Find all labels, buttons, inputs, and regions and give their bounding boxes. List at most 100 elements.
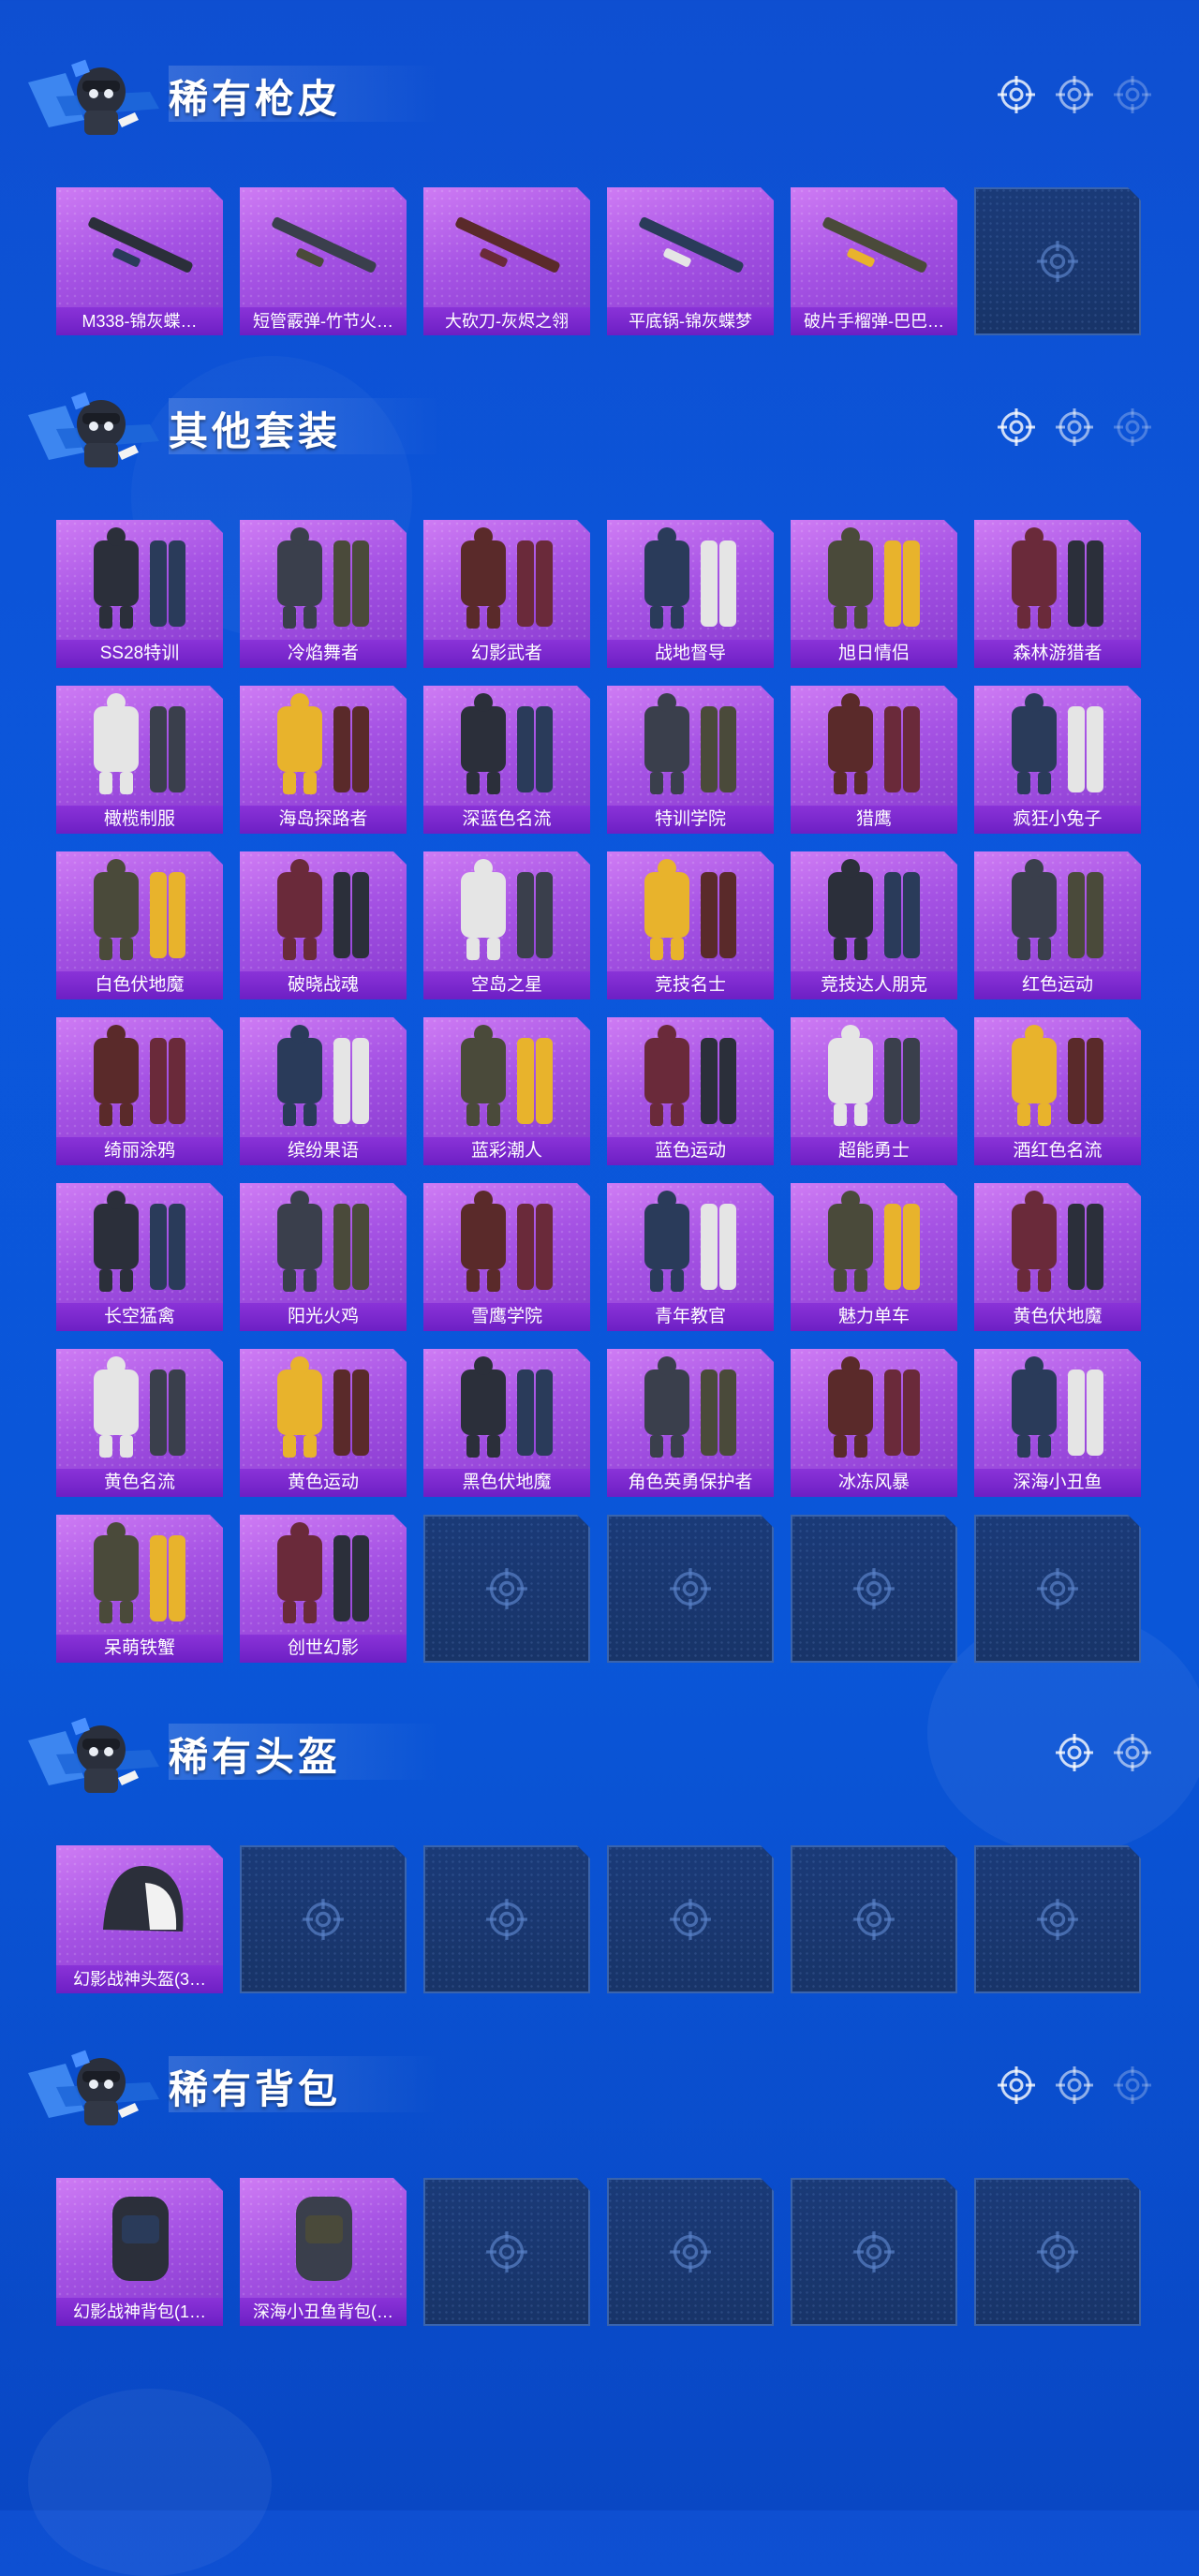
item-tile[interactable]: 缤纷果语 [240, 1017, 407, 1165]
item-tile[interactable]: 特训学院 [607, 686, 774, 834]
item-tile[interactable]: 超能勇士 [791, 1017, 957, 1165]
item-tile[interactable]: 竞技达人朋克 [791, 851, 957, 999]
item-label: 破片手榴弹-巴巴… [791, 307, 957, 335]
item-label: 猎鹰 [791, 806, 957, 834]
item-tile[interactable]: 猎鹰 [791, 686, 957, 834]
crosshair-icon [1036, 240, 1079, 283]
crosshair-icon [998, 2066, 1035, 2104]
crosshair-icon [1055, 2065, 1094, 2110]
crosshair-icon [852, 1567, 896, 1610]
item-label: 阳光火鸡 [240, 1303, 407, 1331]
item-tile[interactable]: 平底锅-锦灰蝶梦 [607, 187, 774, 335]
item-tile[interactable]: 深海小丑鱼 [974, 1349, 1141, 1497]
item-tile[interactable]: 空岛之星 [423, 851, 590, 999]
empty-slot [423, 1845, 590, 1993]
item-tile[interactable]: 森林游猎者 [974, 520, 1141, 668]
item-grid: SS28特训 冷焰舞者 幻影武者 战地督导 旭日情侣 森林游猎者 橄榄制服 海岛… [56, 520, 1141, 1663]
crosshair-icon [485, 1567, 528, 1610]
item-tile[interactable]: 呆萌铁蟹 [56, 1515, 223, 1663]
outfit-art-icon [607, 1183, 774, 1301]
crosshair-icon [669, 1567, 712, 1610]
item-tile[interactable]: 深海小丑鱼背包(… [240, 2178, 407, 2326]
item-tile[interactable]: 海岛探路者 [240, 686, 407, 834]
item-label: 冰冻风暴 [791, 1469, 957, 1497]
item-tile[interactable]: 创世幻影 [240, 1515, 407, 1663]
section-header: 稀有枪皮 [28, 47, 1152, 159]
outfit-art-icon [974, 520, 1141, 638]
outfit-art-icon [607, 1017, 774, 1135]
item-label: 空岛之星 [423, 971, 590, 999]
outfit-art-icon [56, 1515, 223, 1633]
item-tile[interactable]: 蓝彩潮人 [423, 1017, 590, 1165]
crosshair-icon [669, 1898, 712, 1941]
crosshair-icon [852, 1898, 896, 1941]
item-tile[interactable]: 绮丽涂鸦 [56, 1017, 223, 1165]
item-tile[interactable]: 黄色伏地魔 [974, 1183, 1141, 1331]
item-tile[interactable]: 疯狂小兔子 [974, 686, 1141, 834]
item-tile[interactable]: 旭日情侣 [791, 520, 957, 668]
item-label: 呆萌铁蟹 [56, 1635, 223, 1663]
outfit-art-icon [791, 1349, 957, 1467]
crosshair-icon [1114, 408, 1151, 446]
item-tile[interactable]: 深蓝色名流 [423, 686, 590, 834]
item-tile[interactable]: 蓝色运动 [607, 1017, 774, 1165]
item-tile[interactable]: 黄色运动 [240, 1349, 407, 1497]
outfit-art-icon [791, 1183, 957, 1301]
item-tile[interactable]: 冷焰舞者 [240, 520, 407, 668]
background-parachute-decor [28, 2389, 272, 2576]
item-tile[interactable]: 冰冻风暴 [791, 1349, 957, 1497]
section-title: 稀有背包 [169, 2067, 342, 2111]
outfit-art-icon [240, 1017, 407, 1135]
item-tile[interactable]: 阳光火鸡 [240, 1183, 407, 1331]
item-label: 森林游猎者 [974, 640, 1141, 668]
item-tile[interactable]: 黄色名流 [56, 1349, 223, 1497]
outfit-art-icon [607, 686, 774, 804]
item-label: 超能勇士 [791, 1137, 957, 1165]
item-tile[interactable]: 角色英勇保护者 [607, 1349, 774, 1497]
crosshair-icon [669, 2230, 712, 2273]
backpack-art-icon [240, 2178, 407, 2296]
item-tile[interactable]: 橄榄制服 [56, 686, 223, 834]
item-tile[interactable]: 黑色伏地魔 [423, 1349, 590, 1497]
crosshair-icon [669, 1567, 712, 1610]
crosshair-icon [1056, 2066, 1093, 2104]
item-tile[interactable]: 大砍刀-灰烬之翎 [423, 187, 590, 335]
soldier-mascot-icon [28, 1717, 159, 1793]
item-tile[interactable]: 短管霰弹-竹节火… [240, 187, 407, 335]
item-label: 创世幻影 [240, 1635, 407, 1663]
item-label: 黄色伏地魔 [974, 1303, 1141, 1331]
item-tile[interactable]: 幻影战神头盔(3… [56, 1845, 223, 1993]
crosshair-icon [1036, 240, 1079, 283]
item-tile[interactable]: 破片手榴弹-巴巴… [791, 187, 957, 335]
item-tile[interactable]: 破晓战魂 [240, 851, 407, 999]
item-label: 旭日情侣 [791, 640, 957, 668]
outfit-art-icon [56, 1349, 223, 1467]
item-label: 长空猛禽 [56, 1303, 223, 1331]
item-label: 特训学院 [607, 806, 774, 834]
crosshair-icon [997, 75, 1036, 119]
item-tile[interactable]: 红色运动 [974, 851, 1141, 999]
item-tile[interactable]: 青年教官 [607, 1183, 774, 1331]
item-tile[interactable]: M338-锦灰蝶… [56, 187, 223, 335]
crosshair-icon [485, 2230, 528, 2273]
outfit-art-icon [607, 851, 774, 970]
item-tile[interactable]: 幻影战神背包(1… [56, 2178, 223, 2326]
outfit-art-icon [240, 520, 407, 638]
empty-slot [607, 2178, 774, 2326]
item-tile[interactable]: 酒红色名流 [974, 1017, 1141, 1165]
item-tile[interactable]: 雪鹰学院 [423, 1183, 590, 1331]
item-tile[interactable]: 白色伏地魔 [56, 851, 223, 999]
item-tile[interactable]: 竞技名士 [607, 851, 774, 999]
item-tile[interactable]: 幻影武者 [423, 520, 590, 668]
item-tile[interactable]: 长空猛禽 [56, 1183, 223, 1331]
outfit-art-icon [56, 686, 223, 804]
item-label: 幻影武者 [423, 640, 590, 668]
item-tile[interactable]: 魅力单车 [791, 1183, 957, 1331]
outfit-art-icon [423, 520, 590, 638]
section-title: 稀有枪皮 [169, 77, 342, 121]
item-tile[interactable]: 战地督导 [607, 520, 774, 668]
outfit-art-icon [791, 1017, 957, 1135]
crosshair-icon [1036, 1898, 1079, 1941]
outfit-art-icon [240, 686, 407, 804]
item-tile[interactable]: SS28特训 [56, 520, 223, 668]
